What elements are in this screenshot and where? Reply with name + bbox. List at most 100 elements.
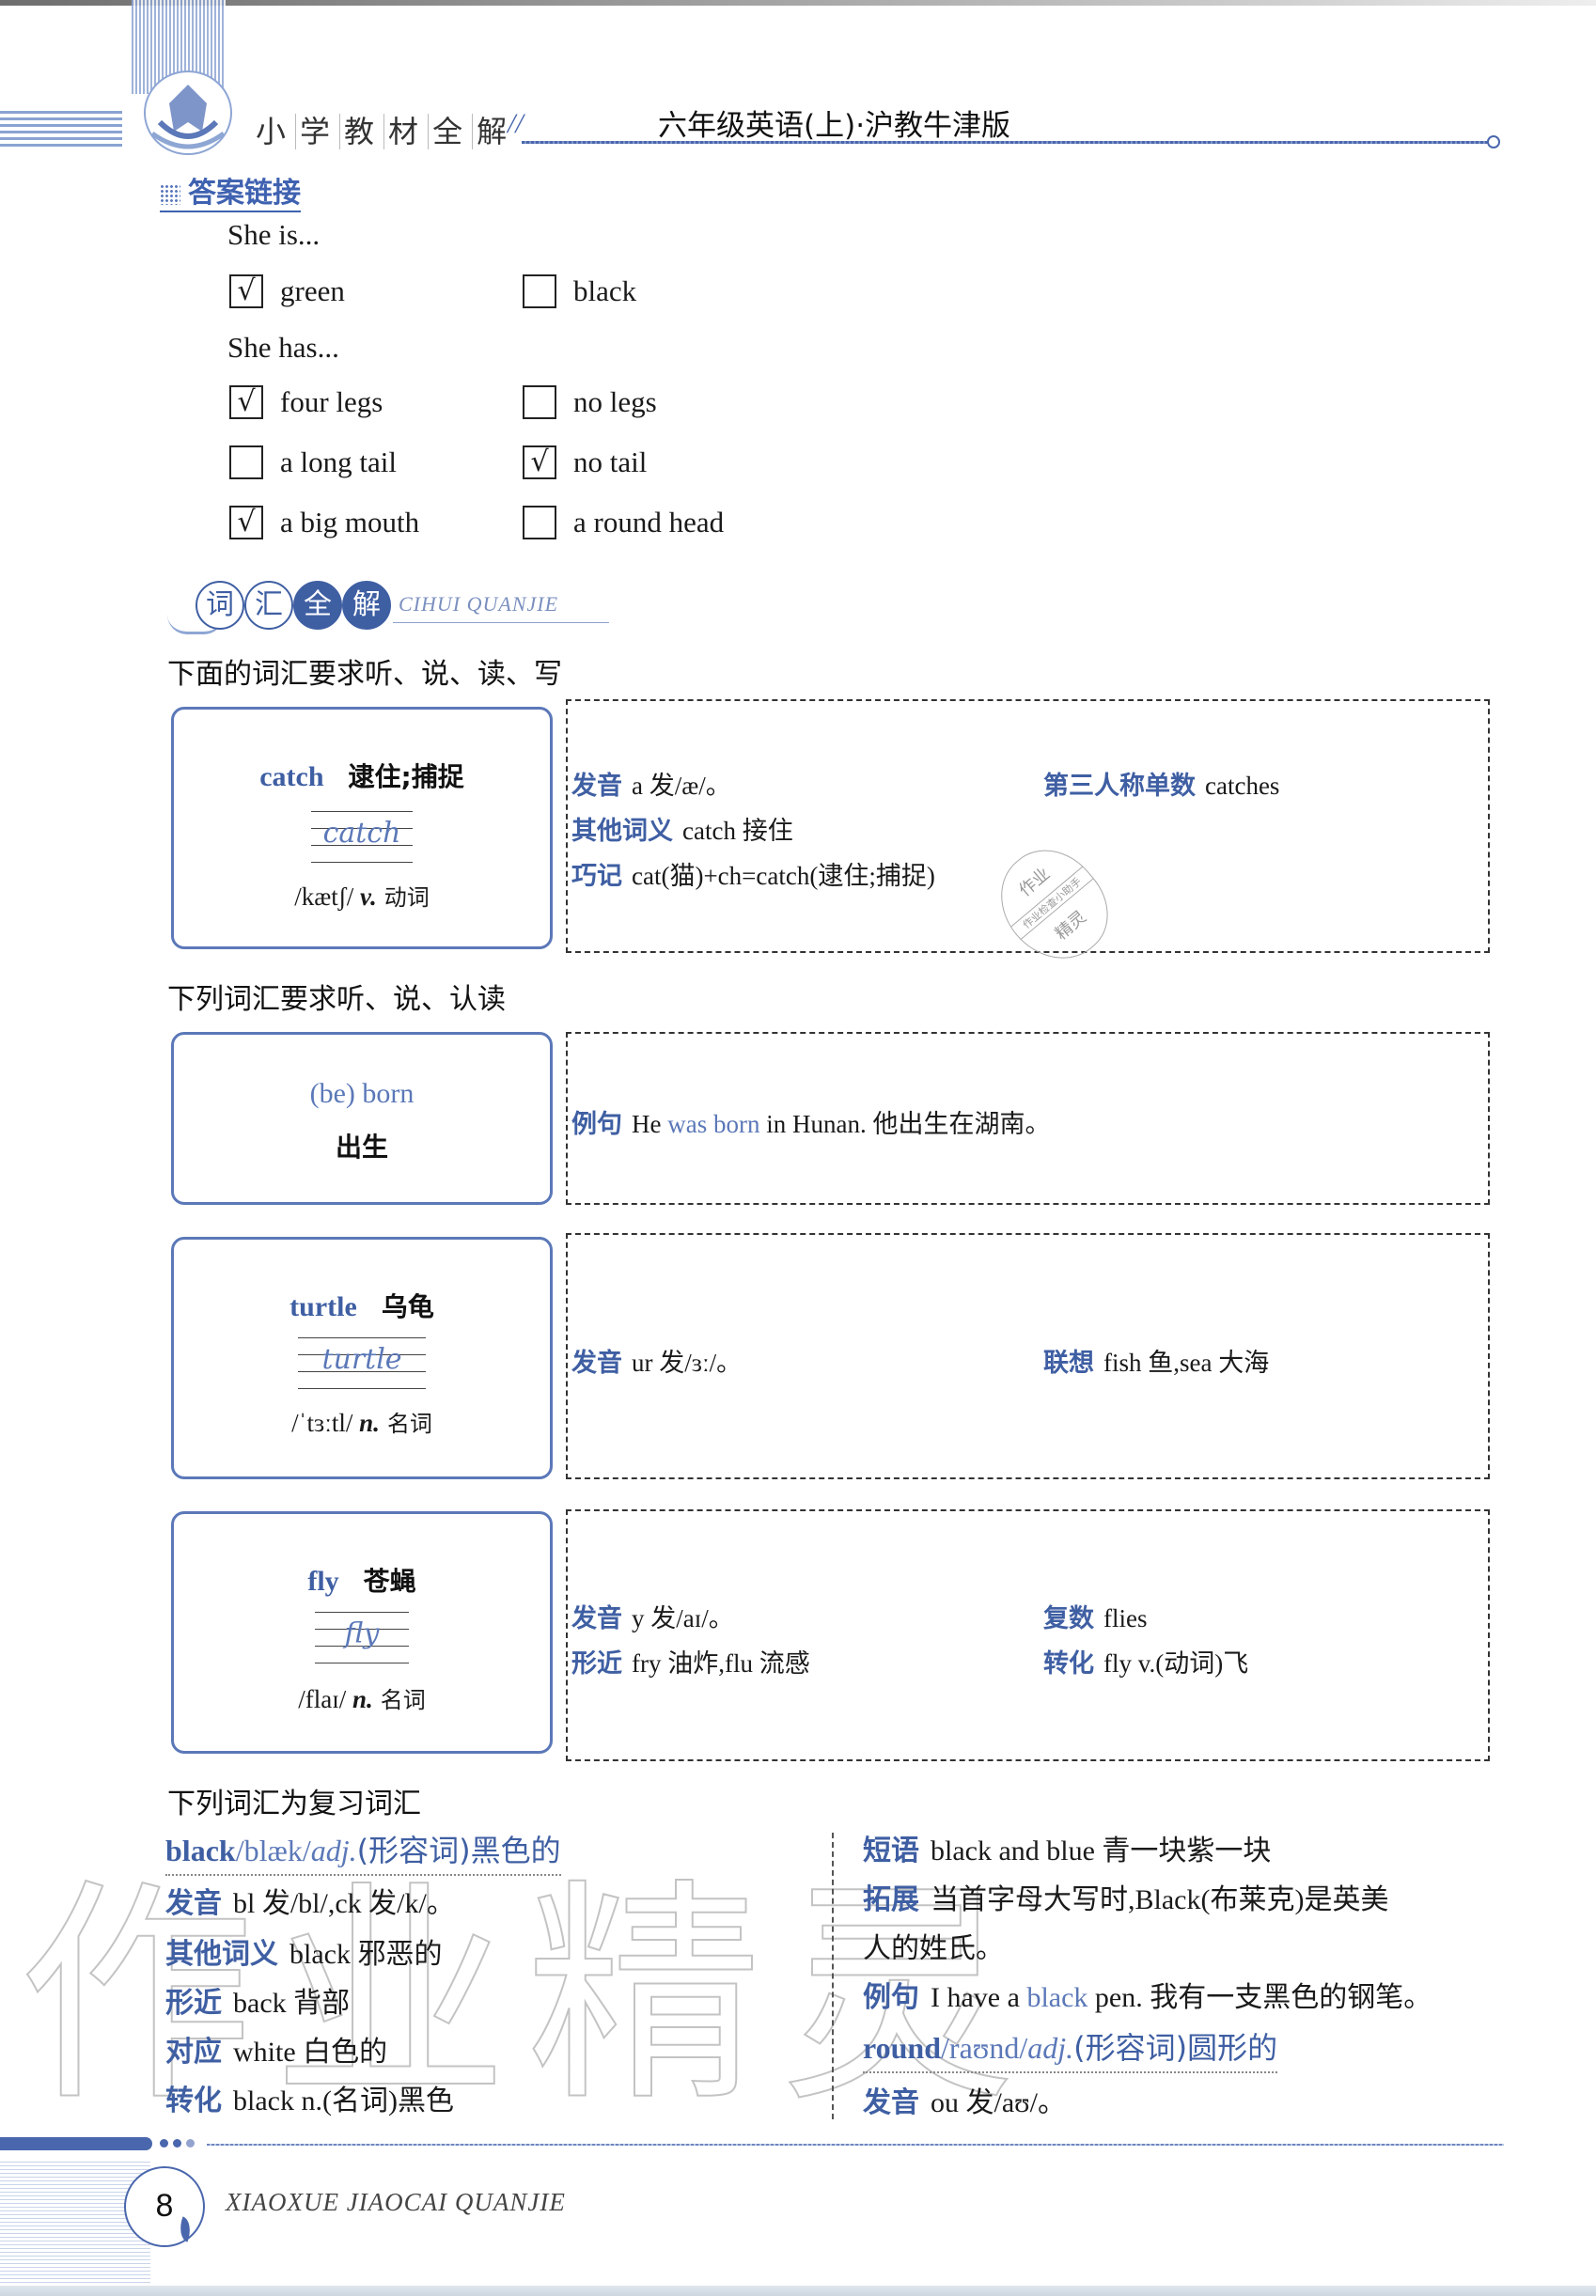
brand-char: 教 (344, 114, 385, 149)
part-of-speech: n. (352, 1685, 373, 1713)
option-label: green (280, 274, 345, 307)
review-row: 对应 white 白色的 (165, 2028, 387, 2070)
review-key: 例句 (863, 1981, 919, 2014)
detail-key: 第三人称单数 (1043, 772, 1196, 801)
part-of-speech: adj. (310, 1834, 357, 1867)
detail-key: 发音 (571, 1349, 622, 1378)
part-of-speech: n. (359, 1409, 380, 1437)
title-char: 汇 (244, 581, 293, 630)
option-label: a long tail (280, 445, 397, 478)
checkbox-unchecked[interactable] (523, 385, 556, 419)
review-row-continued: 人的姓氏。 (863, 1925, 1004, 1966)
review-value: white 白色的 (233, 2037, 388, 2068)
review-key: 对应 (165, 2036, 222, 2069)
card-headword: catch 逮住;捕捉 (174, 757, 550, 794)
meaning: 出生 (335, 1132, 388, 1163)
detail-value: fly v.(动词)飞 (1103, 1649, 1249, 1678)
phonetic: /kætʃ/ (294, 882, 354, 911)
detail-value: catch 接住 (682, 817, 793, 845)
brand-char: 材 (388, 114, 430, 149)
header-slash-decoration: // (508, 108, 524, 139)
detail-key: 复数 (1043, 1604, 1094, 1633)
detail-row: 形近 fry 油炸,flu 流感 (571, 1643, 810, 1679)
headword: fly (307, 1566, 339, 1597)
review-row: 例句 I have a black pen. 我有一支黑色的钢笔。 (863, 1974, 1432, 2015)
checkbox-unchecked[interactable] (523, 274, 556, 308)
review-value: bl 发/bl/,ck 发/k/。 (233, 1888, 455, 1919)
option-long-tail[interactable]: a long tail (229, 445, 397, 479)
detail-row: 联想 fish 鱼,sea 大海 (1043, 1342, 1269, 1379)
review-row: 发音 bl 发/bl/,ck 发/k/。 (165, 1880, 455, 1921)
option-black[interactable]: black (523, 274, 636, 308)
option-four-legs[interactable]: √ four legs (229, 385, 383, 419)
part-of-speech: v. (360, 882, 377, 911)
detail-row: 复数 flies (1043, 1598, 1148, 1634)
phonetic: /flaɪ/ (298, 1685, 347, 1713)
example-highlight: was born (667, 1110, 760, 1138)
checkbox-unchecked[interactable] (229, 445, 263, 479)
meaning: (形容词)圆形的 (1073, 2030, 1278, 2066)
detail-row: 发音 ur 发/ɜː/。 (571, 1342, 742, 1379)
detail-key: 联想 (1043, 1349, 1094, 1378)
word-card-be-born: (be) born 出生 (171, 1032, 553, 1205)
header-left-bars (0, 111, 122, 148)
meaning: 乌龟 (381, 1291, 434, 1322)
column-divider (832, 1833, 834, 2119)
detail-row: 发音 a 发/æ/。 (571, 765, 731, 802)
detail-box-be-born: 例句 He was born in Hunan. 他出生在湖南。 (566, 1032, 1490, 1205)
option-no-tail[interactable]: √ no tail (523, 445, 647, 479)
detail-value: flies (1103, 1604, 1148, 1632)
headword: black (165, 1834, 236, 1867)
option-label: four legs (280, 385, 383, 418)
option-label: a big mouth (280, 506, 420, 539)
headword: turtle (289, 1291, 357, 1322)
handwriting-sample: turtle (321, 1343, 402, 1376)
checkbox-unchecked[interactable] (523, 506, 556, 539)
brand-char: 小 (256, 114, 297, 149)
requirement-listen-speak-recognize: 下列词汇要求听、说、认读 (167, 983, 506, 1016)
checkbox-checked[interactable]: √ (229, 385, 263, 419)
checkbox-checked[interactable]: √ (523, 445, 556, 479)
review-key: 发音 (165, 1887, 222, 1920)
option-label: a round head (573, 506, 725, 539)
phonetic-line: /kætʃ/ v. 动词 (174, 879, 550, 912)
word-card-turtle: turtle 乌龟 turtle /ˈtɜːtl/ n. 名词 (171, 1237, 553, 1479)
detail-value: cat(猫)+ch=catch(逮住;捕捉) (632, 862, 935, 890)
footer-bar (0, 2137, 152, 2150)
detail-row: 转化 fly v.(动词)飞 (1043, 1643, 1248, 1679)
option-big-mouth[interactable]: √ a big mouth (229, 506, 419, 539)
book-logo-icon (144, 70, 232, 155)
review-key: 形近 (165, 1987, 222, 2020)
review-headword-round: round/raʊnd/adj.(形容词)圆形的 (863, 2024, 1278, 2073)
checkbox-checked[interactable]: √ (229, 506, 263, 539)
example-text: in Hunan. 他出生在湖南。 (759, 1110, 1051, 1138)
detail-key: 发音 (571, 772, 622, 801)
footer-rule (207, 2144, 1504, 2146)
review-key: 其他词义 (165, 1938, 278, 1971)
option-no-legs[interactable]: no legs (523, 385, 657, 419)
option-label: no legs (573, 385, 657, 418)
answer-link-heading: 答案链接 (160, 169, 301, 212)
requirement-listen-speak-read-write: 下面的词汇要求听、说、读、写 (167, 658, 562, 691)
brand-char: 全 (432, 114, 474, 149)
headword: (be) born (309, 1078, 415, 1109)
footer-series-text: XIAOXUE JIAOCAI QUANJIE (226, 2188, 566, 2216)
checkbox-checked[interactable]: √ (229, 274, 263, 308)
page-number: 8 (124, 2166, 205, 2247)
meaning: 苍蝇 (363, 1566, 416, 1597)
headword: catch (259, 761, 324, 792)
handwriting-lines: turtle (298, 1337, 426, 1389)
review-value: 人的姓氏。 (863, 1933, 1004, 1964)
review-key: 转化 (165, 2085, 222, 2117)
option-green[interactable]: √ green (229, 274, 345, 308)
review-key: 拓展 (863, 1883, 919, 1916)
review-value: back 背部 (233, 1988, 351, 2019)
option-round-head[interactable]: a round head (523, 506, 724, 539)
title-char: 词 (196, 581, 244, 630)
detail-key: 转化 (1043, 1649, 1094, 1679)
detail-row: 其他词义 catch 接住 (571, 810, 793, 847)
example-text: He (632, 1110, 668, 1138)
review-value: black and blue 青一块紫一块 (931, 1835, 1272, 1866)
word-card-catch: catch 逮住;捕捉 catch /kætʃ/ v. 动词 (171, 707, 553, 949)
handwriting-sample: catch (322, 817, 401, 850)
